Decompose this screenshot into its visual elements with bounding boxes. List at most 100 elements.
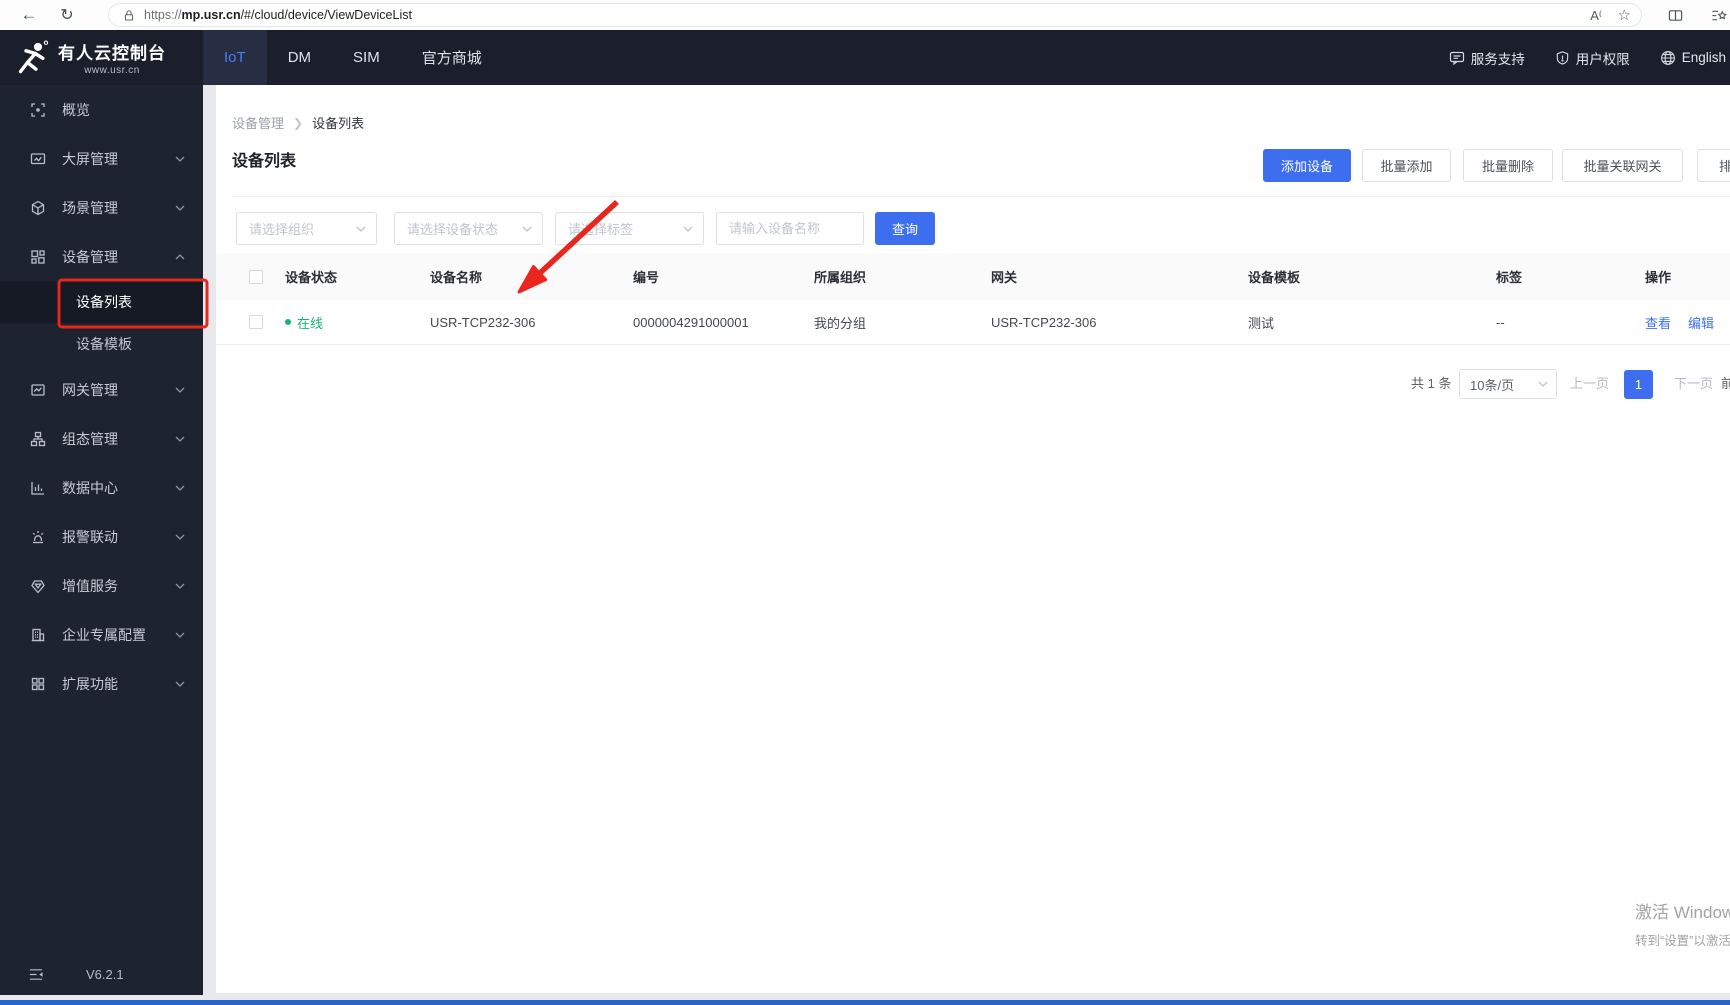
enterprise-icon <box>31 628 45 641</box>
page-size-select[interactable]: 10条/页 <box>1459 369 1557 399</box>
sidebar-item-enterprise[interactable]: 企业专属配置 <box>0 610 203 659</box>
column-header-org: 所属组织 <box>814 270 867 285</box>
device-code-cell: 0000004291000001 <box>633 314 749 330</box>
batch-add-button[interactable]: 批量添加 <box>1362 149 1451 182</box>
breadcrumb: 设备管理 ❯ 设备列表 <box>232 113 364 132</box>
tab-sim[interactable]: SIM <box>332 30 401 85</box>
table-row: 在线 USR-TCP232-306 0000004291000001 我的分组 … <box>216 300 1730 345</box>
browser-reload-icon[interactable]: ↻ <box>52 2 82 28</box>
table-header: 设备状态 设备名称 编号 所属组织 网关 设备模板 标签 操作 <box>216 253 1730 300</box>
breadcrumb-separator: ❯ <box>293 115 304 130</box>
sidebar-item-data-center[interactable]: 数据中心 <box>0 463 203 512</box>
device-name-input[interactable] <box>716 212 864 245</box>
app-header: 有人云控制台 www.usr.cn IoT DM SIM 官方商城 服务支持 用… <box>0 30 1730 85</box>
windows-watermark: 激活 Windows 转到“设置”以激活 Windows。 <box>1635 903 1730 948</box>
favorite-star-icon[interactable]: ☆ <box>1618 6 1631 24</box>
pagination-prev[interactable]: 上一页 <box>1570 369 1609 399</box>
pagination-jump: 前往 <box>1721 376 1730 391</box>
sort-button[interactable]: 排序 <box>1697 149 1730 182</box>
lock-icon <box>124 9 134 21</box>
chevron-down-icon <box>356 226 366 232</box>
chevron-down-icon <box>175 681 185 687</box>
sidebar-item-config[interactable]: 组态管理 <box>0 414 203 463</box>
column-header-template: 设备模板 <box>1248 270 1301 285</box>
pagination-page-1[interactable]: 1 <box>1624 370 1653 399</box>
status-badge: 在线 <box>285 313 430 332</box>
device-icon <box>31 249 45 264</box>
sidebar-item-screen[interactable]: 大屏管理 <box>0 134 203 183</box>
favorites-bar-icon[interactable] <box>1706 2 1730 28</box>
column-header-action: 操作 <box>1645 270 1672 285</box>
chevron-down-icon <box>175 436 185 442</box>
split-screen-icon[interactable] <box>1662 2 1688 28</box>
sidebar-subitem-device-template[interactable]: 设备模板 <box>0 323 203 365</box>
column-header-code: 编号 <box>633 270 660 285</box>
select-all-checkbox[interactable] <box>249 269 263 284</box>
chevron-down-icon <box>1538 381 1548 387</box>
top-nav: IoT DM SIM 官方商城 <box>203 30 503 85</box>
alarm-icon <box>32 530 44 543</box>
user-permission-link[interactable]: 用户权限 <box>1555 48 1630 68</box>
column-header-gateway: 网关 <box>991 270 1018 285</box>
search-button[interactable]: 查询 <box>875 212 935 245</box>
device-org-cell: 我的分组 <box>814 315 867 331</box>
sidebar-item-extension[interactable]: 扩展功能 <box>0 659 203 708</box>
chevron-down-icon <box>175 387 185 393</box>
chevron-down-icon <box>683 226 693 232</box>
device-tag-cell: -- <box>1496 314 1505 330</box>
collapse-sidebar-icon[interactable] <box>28 967 44 982</box>
sidebar-item-vas[interactable]: 增值服务 <box>0 561 203 610</box>
shield-icon <box>1556 50 1568 65</box>
edit-link[interactable]: 编辑 <box>1688 313 1714 332</box>
org-select[interactable]: 请选择组织 <box>236 212 377 245</box>
pagination-total: 共 1 条 <box>1411 376 1452 391</box>
column-header-name: 设备名称 <box>430 270 483 285</box>
view-link[interactable]: 查看 <box>1645 313 1671 332</box>
divider <box>232 196 1730 197</box>
extension-icon <box>31 677 45 690</box>
tag-select[interactable]: 请选择标签 <box>555 212 704 245</box>
sidebar-item-scene[interactable]: 场景管理 <box>0 183 203 232</box>
brand-title: 有人云控制台 <box>58 44 166 63</box>
address-bar[interactable]: https://mp.usr.cn/#/cloud/device/ViewDev… <box>108 3 1642 27</box>
version-label: V6.2.1 <box>86 966 124 982</box>
device-gateway-cell: USR-TCP232-306 <box>991 314 1097 330</box>
service-support-link[interactable]: 服务支持 <box>1449 48 1525 68</box>
sidebar-item-overview[interactable]: 概览 <box>0 85 203 134</box>
vas-icon <box>31 579 45 593</box>
breadcrumb-current: 设备列表 <box>312 116 365 131</box>
tab-dm[interactable]: DM <box>267 30 332 85</box>
breadcrumb-parent[interactable]: 设备管理 <box>232 113 284 132</box>
chevron-up-icon <box>175 253 185 259</box>
runner-logo-icon <box>18 40 49 73</box>
sidebar-subitem-device-list[interactable]: 设备列表 <box>0 281 203 323</box>
row-checkbox[interactable] <box>249 315 263 329</box>
read-aloud-icon[interactable]: A⦅ <box>1590 8 1601 23</box>
page-title: 设备列表 <box>232 153 297 170</box>
sidebar-item-device[interactable]: 设备管理 <box>0 232 203 281</box>
add-device-button[interactable]: 添加设备 <box>1263 149 1351 182</box>
online-dot-icon <box>285 319 291 325</box>
screen-icon <box>30 152 46 164</box>
globe-icon <box>1660 50 1675 65</box>
scene-icon <box>31 200 45 215</box>
browser-back-icon[interactable]: ← <box>14 2 44 28</box>
device-status-select[interactable]: 请选择设备状态 <box>394 212 543 245</box>
sidebar-item-alarm[interactable]: 报警联动 <box>0 512 203 561</box>
batch-link-gateway-button[interactable]: 批量关联网关 <box>1562 149 1683 182</box>
batch-delete-button[interactable]: 批量删除 <box>1463 149 1553 182</box>
sidebar-item-gateway[interactable]: 网关管理 <box>0 365 203 414</box>
sidebar: 概览 大屏管理 场景管理 设备管理 设备列表 设备模板 网关管理 组态管理 数据… <box>0 85 203 995</box>
chevron-down-icon <box>175 205 185 211</box>
brand-logo[interactable]: 有人云控制台 www.usr.cn <box>0 30 203 85</box>
pagination-next[interactable]: 下一页 <box>1674 369 1713 399</box>
url-text: https://mp.usr.cn/#/cloud/device/ViewDev… <box>144 8 412 22</box>
chevron-down-icon <box>175 534 185 540</box>
sidebar-footer: V6.2.1 <box>0 960 203 988</box>
chevron-down-icon <box>522 226 532 232</box>
data-icon <box>31 481 44 495</box>
chat-icon <box>1449 51 1464 65</box>
tab-mall[interactable]: 官方商城 <box>401 30 503 85</box>
tab-iot[interactable]: IoT <box>203 30 267 85</box>
language-switch[interactable]: English <box>1660 50 1726 66</box>
